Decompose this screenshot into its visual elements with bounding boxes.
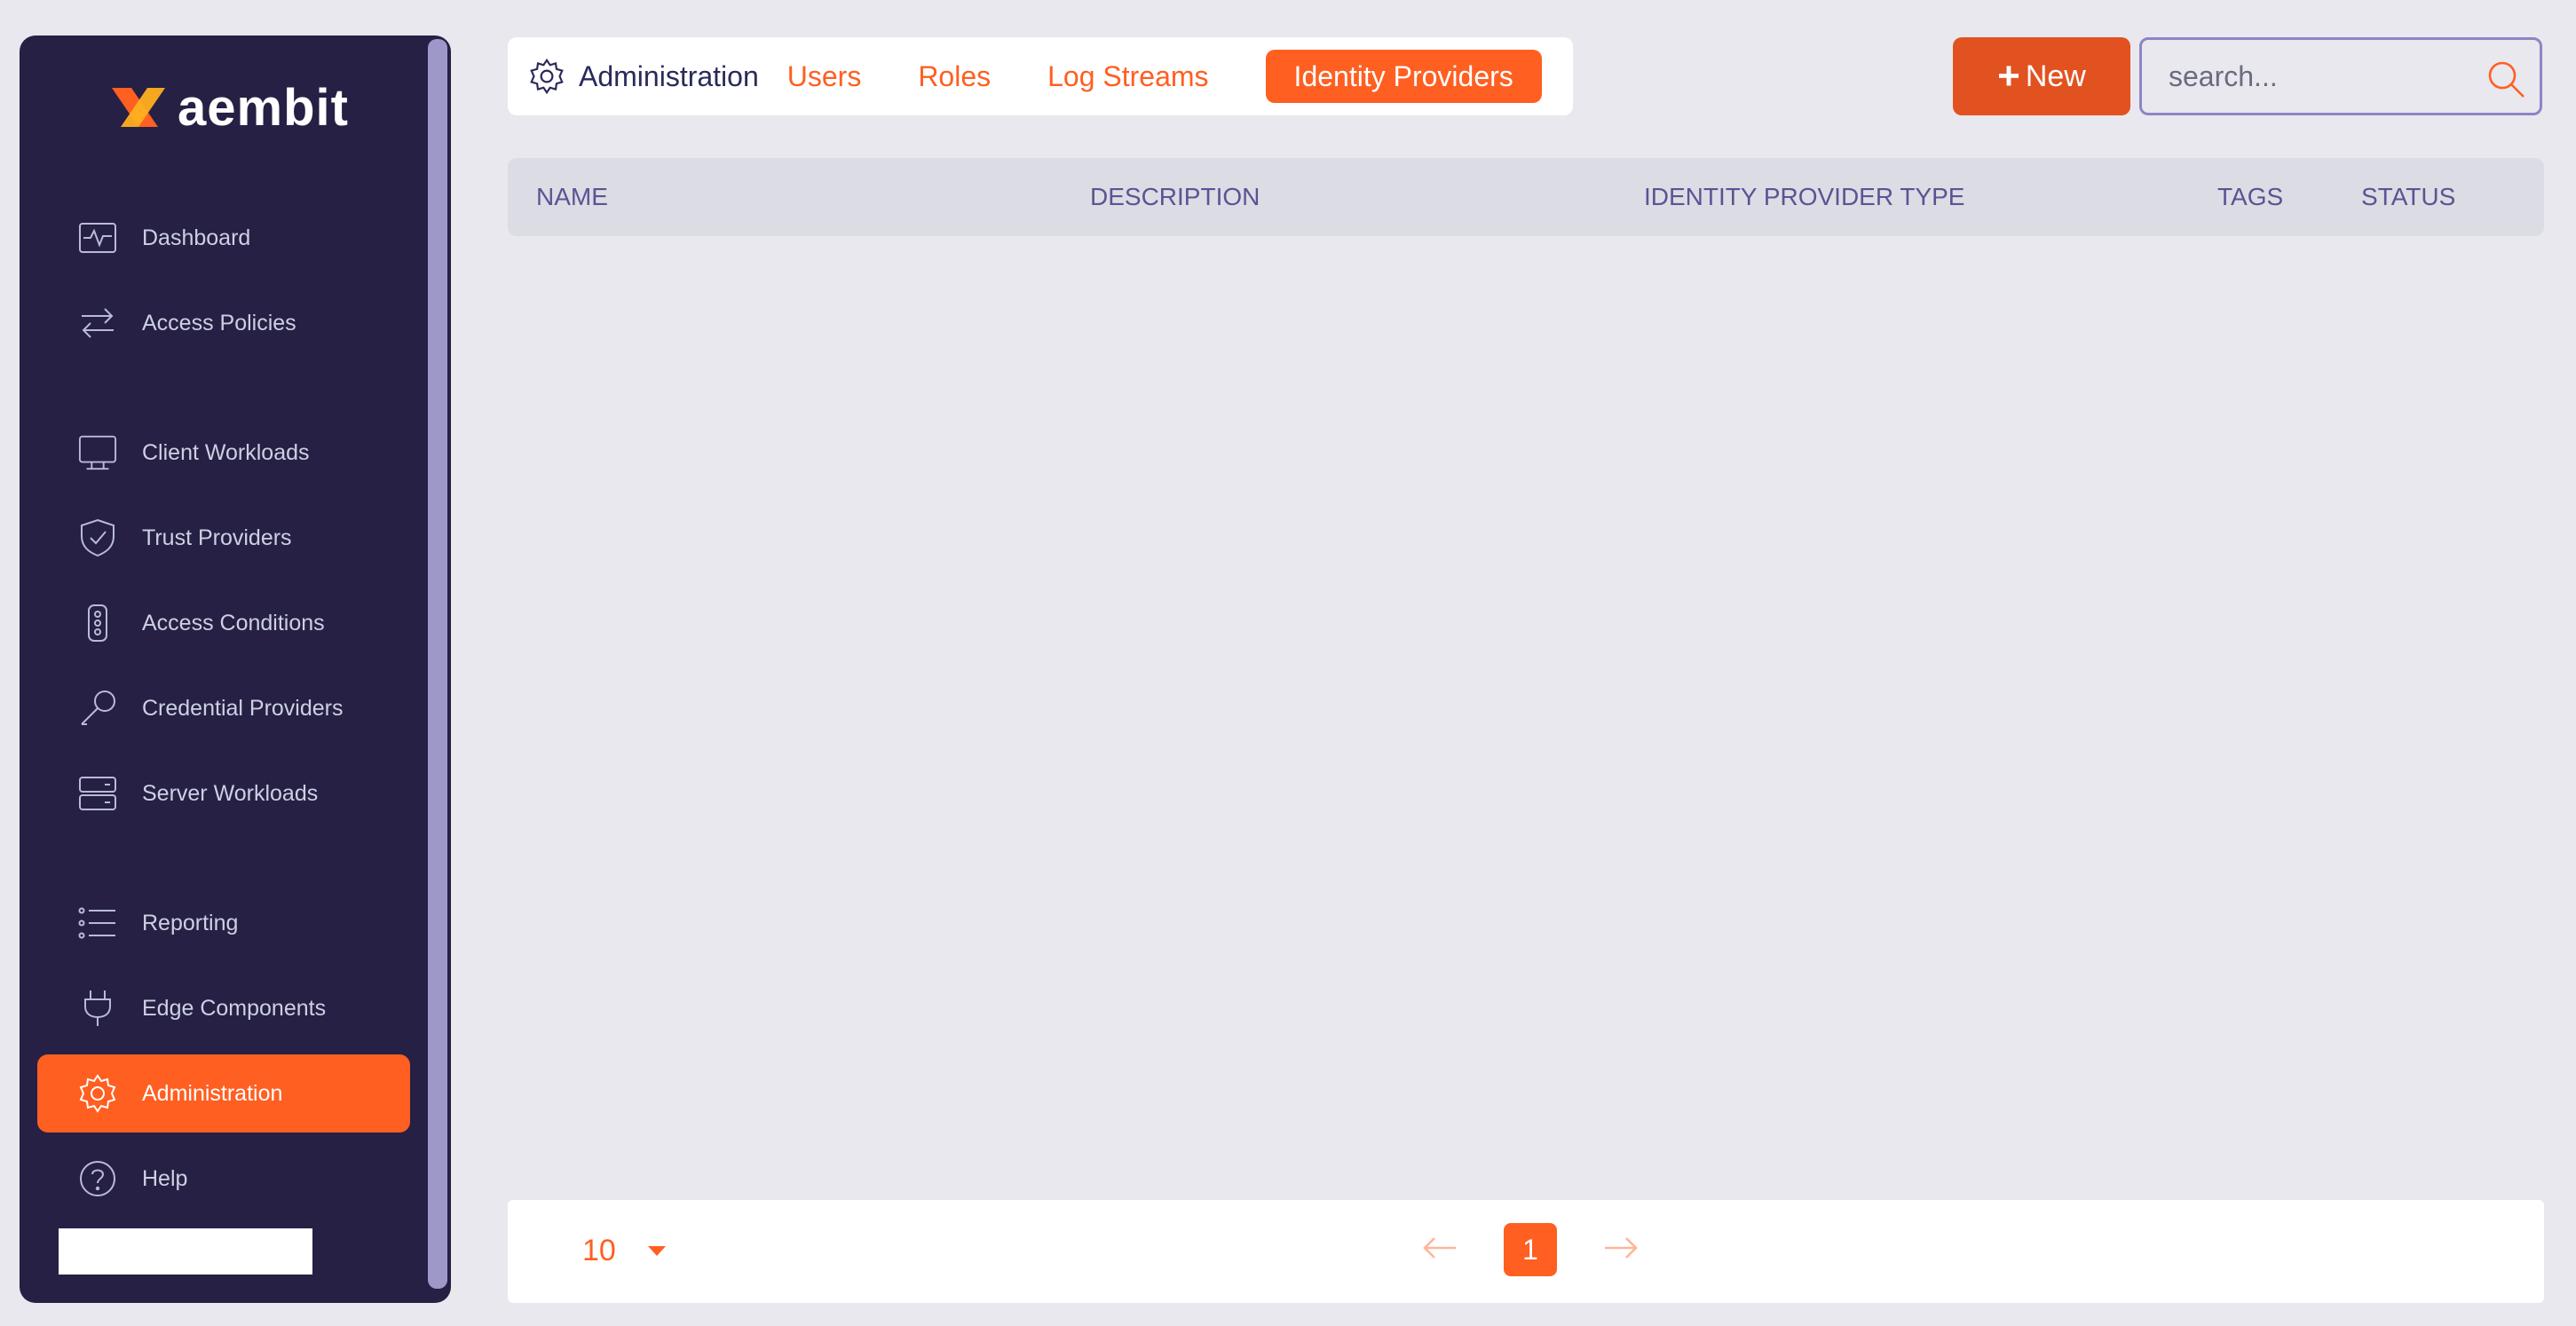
gear-icon: [527, 57, 566, 96]
new-button-label: New: [2025, 59, 2086, 93]
sidebar-item-label: Help: [142, 1165, 188, 1191]
plus-icon: +: [1997, 54, 2020, 98]
column-header-tags[interactable]: TAGS: [2217, 158, 2283, 236]
sidebar-item-access-policies[interactable]: Access Policies: [37, 284, 410, 362]
sidebar-item-label: Client Workloads: [142, 439, 310, 465]
sidebar-item-label: Administration: [142, 1080, 283, 1106]
search-input[interactable]: [2167, 59, 2490, 94]
traffic-light-icon: [78, 604, 117, 643]
sidebar-item-label: Credential Providers: [142, 695, 344, 721]
tab-identity-providers[interactable]: Identity Providers: [1265, 50, 1542, 103]
swap-icon: [78, 304, 117, 343]
pager: 1: [1422, 1223, 1639, 1276]
sidebar-scrollbar[interactable]: [428, 39, 447, 1289]
search-box: [2139, 37, 2542, 115]
sidebar-item-dashboard[interactable]: Dashboard: [37, 199, 410, 277]
help-icon: [78, 1159, 117, 1198]
page-number-current[interactable]: 1: [1504, 1223, 1557, 1276]
dashboard-icon: [78, 218, 117, 257]
sidebar-item-label: Dashboard: [142, 225, 251, 250]
tab-users[interactable]: Users: [787, 60, 862, 93]
sidebar-item-credential-providers[interactable]: Credential Providers: [37, 669, 410, 747]
page-size-select[interactable]: 10: [582, 1234, 666, 1268]
aembit-logo-icon: [112, 88, 165, 127]
gear-icon: [78, 1074, 117, 1113]
server-icon: [78, 774, 117, 813]
arrow-left-icon[interactable]: [1422, 1235, 1458, 1266]
key-icon: [78, 689, 117, 728]
chevron-down-icon: [647, 1246, 666, 1256]
logo: aembit: [107, 76, 349, 138]
column-header-description[interactable]: DESCRIPTION: [1090, 158, 1260, 236]
new-button[interactable]: + New: [1953, 37, 2130, 115]
list-icon: [78, 904, 117, 943]
sidebar-item-access-conditions[interactable]: Access Conditions: [37, 584, 410, 662]
sidebar-item-label: Server Workloads: [142, 780, 319, 806]
search-icon[interactable]: [2486, 59, 2525, 103]
admin-tabs-bar: Administration Users Roles Log Streams I…: [508, 37, 1573, 115]
monitor-icon: [78, 433, 117, 472]
column-header-status[interactable]: STATUS: [2361, 158, 2455, 236]
sidebar-item-administration[interactable]: Administration: [37, 1054, 410, 1133]
sidebar-item-label: Trust Providers: [142, 525, 292, 550]
sidebar-item-label: Access Conditions: [142, 610, 325, 635]
column-header-name[interactable]: NAME: [536, 158, 608, 236]
sidebar-item-trust-providers[interactable]: Trust Providers: [37, 499, 410, 577]
page-title: Administration: [579, 59, 759, 92]
sidebar-item-label: Access Policies: [142, 310, 296, 335]
arrow-right-icon[interactable]: [1603, 1235, 1639, 1266]
sidebar-item-reporting[interactable]: Reporting: [37, 884, 410, 962]
table-header: NAME DESCRIPTION IDENTITY PROVIDER TYPE …: [508, 158, 2544, 236]
sidebar-item-client-workloads[interactable]: Client Workloads: [37, 414, 410, 492]
logo-text: aembit: [178, 78, 349, 137]
tab-log-streams[interactable]: Log Streams: [1047, 60, 1208, 93]
sidebar-item-label: Reporting: [142, 910, 239, 935]
page-size-value: 10: [582, 1234, 616, 1267]
tab-roles[interactable]: Roles: [918, 60, 991, 93]
sidebar-item-server-workloads[interactable]: Server Workloads: [37, 754, 410, 833]
sidebar-item-help[interactable]: Help: [37, 1140, 410, 1218]
sidebar: aembit Dashboard Access Policies Client …: [20, 36, 451, 1303]
pagination-footer: 10 1: [508, 1200, 2544, 1303]
shield-check-icon: [78, 518, 117, 557]
sidebar-item-edge-components[interactable]: Edge Components: [37, 969, 410, 1047]
sidebar-footer-box: [59, 1228, 312, 1275]
sidebar-item-label: Edge Components: [142, 995, 327, 1021]
plug-icon: [78, 989, 117, 1028]
column-header-identity-provider-type[interactable]: IDENTITY PROVIDER TYPE: [1644, 158, 1964, 236]
